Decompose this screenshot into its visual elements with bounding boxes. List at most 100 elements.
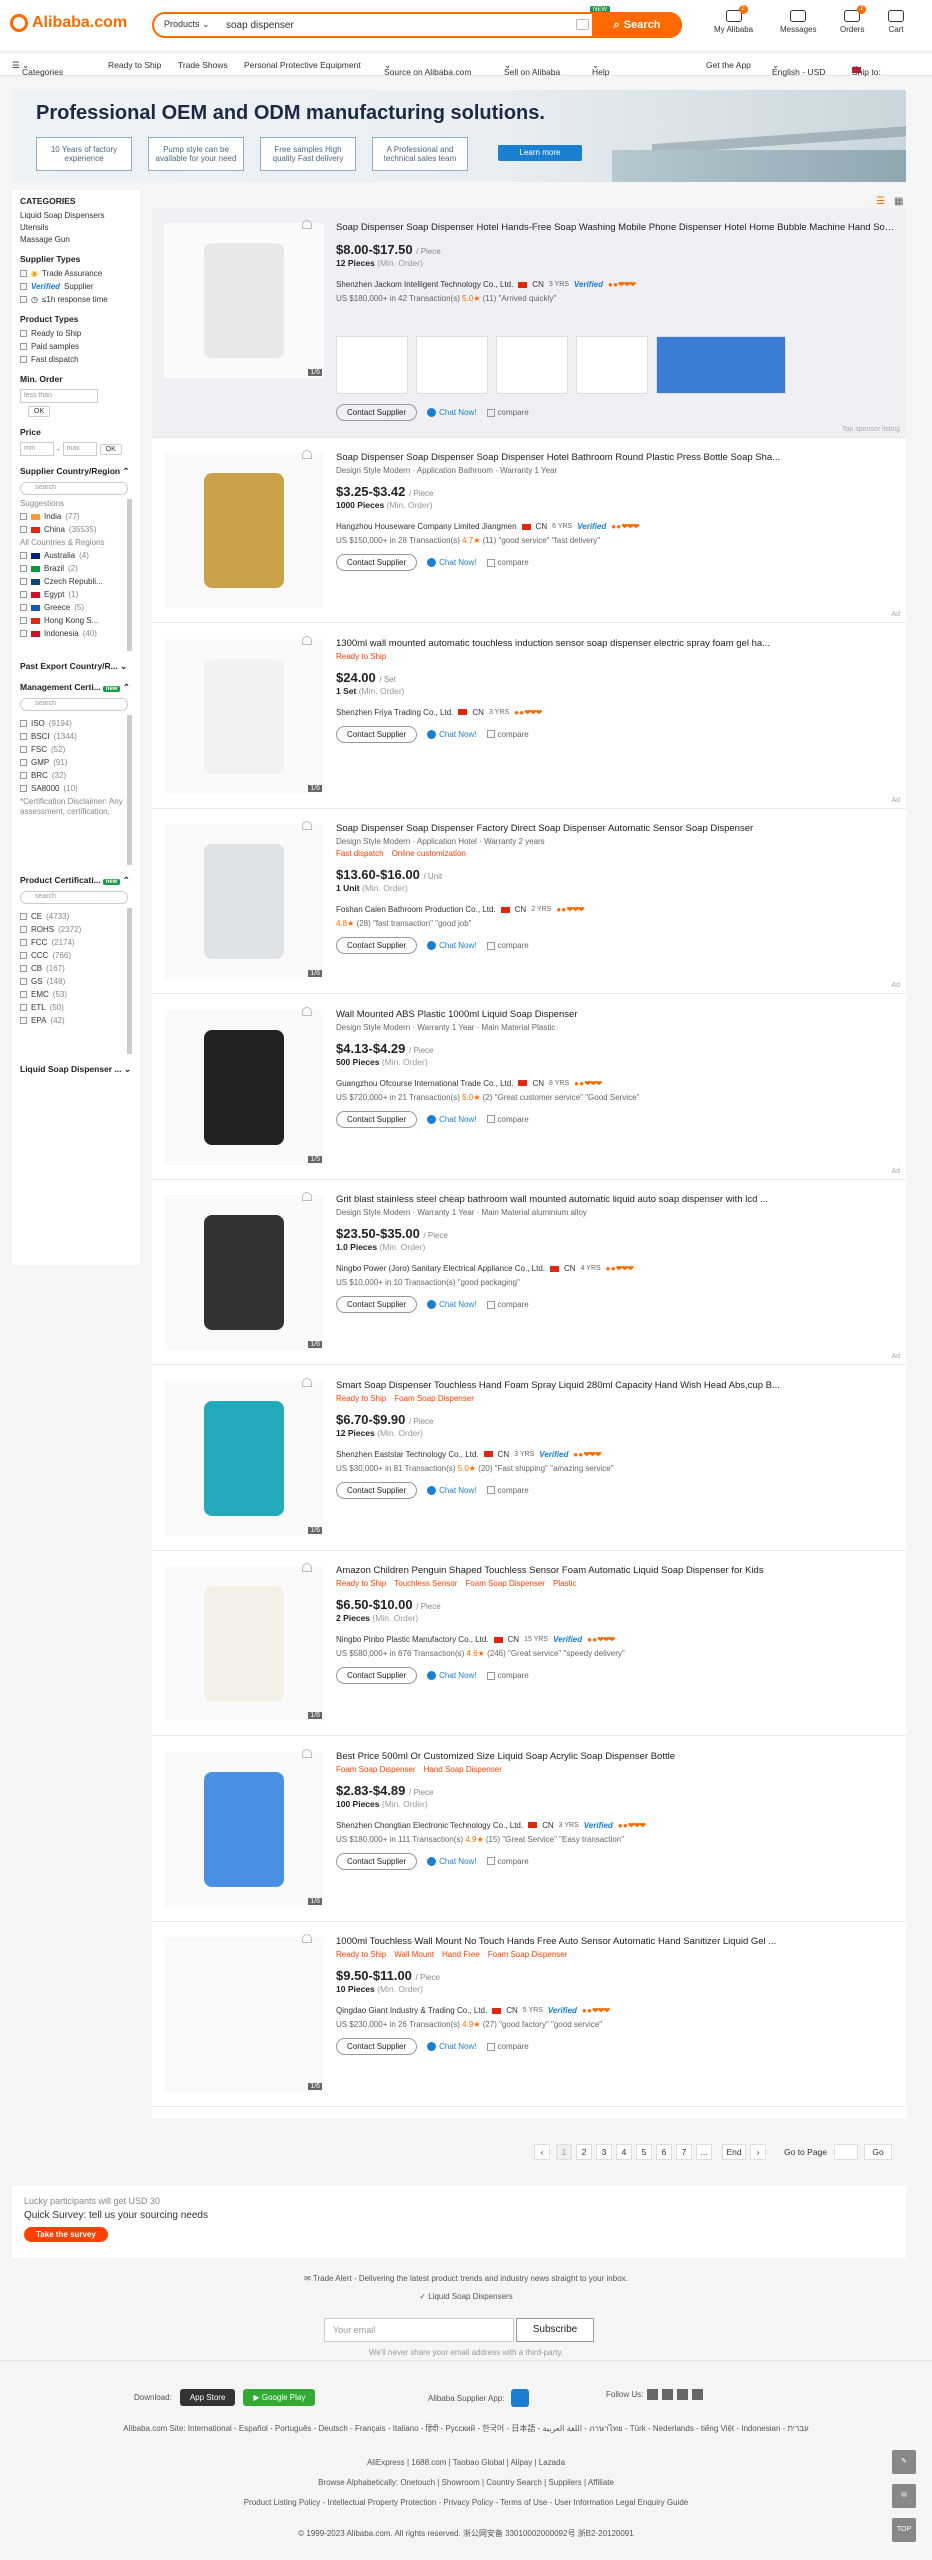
contact-supplier-button[interactable]: Contact Supplier [336,404,418,421]
chat-now-link[interactable]: Chat Now! [427,1856,477,1866]
country-title[interactable]: Supplier Country/Region ⌃ [20,466,132,477]
linkedin-icon[interactable] [692,2389,704,2400]
mgmt-cert-option[interactable]: BSCI (1344) [20,732,124,741]
page-button[interactable]: 1 [556,2144,572,2160]
chat-now-link[interactable]: Chat Now! [427,1671,477,1680]
product-card[interactable]: 1/6 Soap Dispenser Soap Dispenser Hotel H… [152,208,906,438]
product-cert-list[interactable]: CE (4733) ROHS (2372) FCC (2174) CCC (766) C… [20,908,132,1054]
last-page-button[interactable]: End [722,2144,746,2160]
feedback-icon[interactable]: ✎ [892,2450,916,2474]
favorite-icon[interactable] [302,1934,312,1943]
chat-now-link[interactable]: Chat Now! [427,941,477,950]
prev-page-button[interactable]: ‹ [534,2144,550,2160]
compare-checkbox[interactable]: compare [486,558,529,567]
compare-checkbox[interactable]: compare [486,2042,529,2051]
browse-links[interactable]: Browse Alphabetically: Onetouch | Showro… [0,2478,932,2487]
compare-checkbox[interactable]: compare [486,1486,529,1495]
price-ok-button[interactable]: OK [99,443,122,455]
product-image[interactable]: 1/6 [164,1937,324,2092]
supplier-name[interactable]: Guangzhou Ofcourse International Trade C… [336,1079,513,1088]
compare-checkbox[interactable]: compare [486,1300,529,1309]
chat-now-link[interactable]: Chat Now! [427,1114,477,1124]
product-card[interactable]: 1/6 Amazon Children Penguin Shaped Touchl… [152,1551,906,1736]
search-category-select[interactable]: Products ⌄ [164,19,210,30]
product-title[interactable]: Soap Dispenser Soap Dispenser Factory Di… [336,823,896,834]
category-link[interactable]: Utensils [20,223,132,232]
product-cert-search-input[interactable]: search [20,891,128,904]
supplier-name[interactable]: Ningbo Power (Joro) Sanitary Electrical … [336,1264,545,1273]
product-image[interactable] [164,453,324,608]
product-image[interactable]: 1/6 [164,824,324,979]
country-option[interactable]: Australia (4) [20,551,124,560]
past-export-filter[interactable]: Past Export Country/R... ⌄ [20,661,132,672]
mgmt-cert-option[interactable]: ISO (9194) [20,719,124,728]
favorite-icon[interactable] [302,450,312,459]
product-title[interactable]: Soap Dispenser Soap Dispenser Soap Dispe… [336,452,896,463]
country-search-input[interactable]: search [20,482,128,495]
search-input[interactable] [226,18,476,32]
filter-verified-supplier[interactable]: Verified Supplier [20,282,132,291]
contact-supplier-button[interactable]: Contact Supplier [336,937,418,954]
email-input[interactable]: Your email [324,2318,514,2342]
supplier-name[interactable]: Shenzhen Eaststar Technology Co., Ltd. [336,1450,479,1459]
nav-trade-shows[interactable]: Trade Shows [178,60,228,70]
twitter-icon[interactable] [662,2389,674,2400]
supplier-name[interactable]: Shenzhen Chongtian Electronic Technology… [336,1821,523,1830]
product-title[interactable]: Soap Dispenser Soap Dispenser Hotel Hand… [336,222,896,233]
thumbnail[interactable] [496,336,568,394]
page-button[interactable]: 7 [676,2144,692,2160]
ship-to-select[interactable]: Ship to: ⌄ [852,60,881,77]
price-max-input[interactable]: max [62,442,97,456]
country-option[interactable]: Indonesia (40) [20,629,124,638]
nav-ready-to-ship[interactable]: Ready to Ship [108,60,161,70]
contact-supplier-button[interactable]: Contact Supplier [336,2038,418,2055]
supplier-name[interactable]: Shenzhen Jackom Intelligent Technology C… [336,280,513,289]
review-snippet[interactable]: (20) "Fast shipping" "amazing service" [478,1464,613,1473]
compare-checkbox[interactable]: compare [486,730,529,739]
video-thumbnail[interactable] [656,336,786,394]
product-card[interactable]: 1/6 Smart Soap Dispenser Touchless Hand F… [152,1366,906,1551]
country-option[interactable]: China (35535) [20,525,124,534]
mgmt-cert-option[interactable]: FSC (52) [20,745,124,754]
supplier-name[interactable]: Hangzhou Houseware Company Limited Jiang… [336,522,517,531]
categories-menu[interactable]: ☰ Categories ⌄ [12,60,63,77]
product-title[interactable]: 1300ml wall mounted automatic touchless … [336,638,896,649]
policy-links[interactable]: Product Listing Policy - Intellectual Pr… [0,2498,932,2507]
country-option[interactable]: Czech Republi... [20,577,124,586]
mgmt-cert-option[interactable]: BRC (32) [20,771,124,780]
page-button[interactable]: 2 [576,2144,592,2160]
contact-supplier-button[interactable]: Contact Supplier [336,1667,418,1684]
product-cert-option[interactable]: EMC (53) [20,990,124,999]
review-snippet[interactable]: "good packaging" [458,1278,520,1287]
category-link[interactable]: Liquid Soap Dispensers [20,211,132,220]
nav-sell[interactable]: Sell on Alibaba ⌄ [504,60,560,77]
page-button[interactable]: 6 [656,2144,672,2160]
product-title[interactable]: Best Price 500ml Or Customized Size Liqu… [336,1751,896,1762]
message-icon[interactable]: ✉ [892,2484,916,2508]
filter-paid-samples[interactable]: Paid samples [20,342,132,351]
favorite-icon[interactable] [302,821,312,830]
contact-supplier-button[interactable]: Contact Supplier [336,1110,418,1128]
thumbnail[interactable] [336,336,408,394]
orders-link[interactable]: 2 Orders [840,5,867,34]
product-card[interactable]: 1/6 Soap Dispenser Soap Dispenser Factory… [152,809,906,994]
supplier-name[interactable]: Shenzhen Friya Trading Co., Ltd. [336,708,453,717]
management-cert-title[interactable]: Management Certi... new ⌃ [20,682,132,693]
cart-link[interactable]: Cart [888,10,904,34]
supplier-name[interactable]: Ningbo Pinbo Plastic Manufactory Co., Lt… [336,1635,489,1644]
category-link[interactable]: Massage Gun [20,235,132,244]
page-button[interactable]: 5 [636,2144,652,2160]
product-cert-title[interactable]: Product Certificati... new ⌃ [20,875,132,886]
product-image[interactable]: 1/5 [164,1009,324,1165]
favorite-icon[interactable] [302,635,312,645]
product-title[interactable]: Amazon Children Penguin Shaped Touchless… [336,1565,896,1576]
product-cert-option[interactable]: CB (167) [20,964,124,973]
supplier-app-icon[interactable] [510,2389,529,2407]
product-title[interactable]: Grit blast stainless steel cheap bathroo… [336,1194,896,1205]
my-alibaba-link[interactable]: 2 My Alibaba [714,5,753,34]
goto-page-input[interactable] [834,2144,858,2160]
liquid-soap-filter[interactable]: Liquid Soap Dispenser ... ⌄ [20,1064,132,1075]
learn-more-button[interactable]: Learn more [498,145,582,161]
contact-supplier-button[interactable]: Contact Supplier [336,725,418,743]
product-image[interactable]: 1/6 [164,223,324,378]
